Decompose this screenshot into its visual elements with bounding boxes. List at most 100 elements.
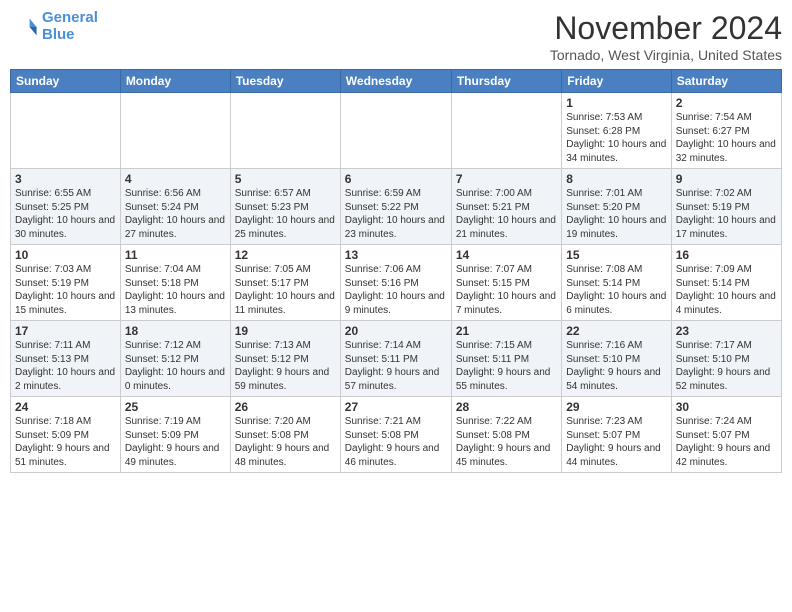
calendar-cell: 10Sunrise: 7:03 AM Sunset: 5:19 PM Dayli… — [11, 245, 121, 321]
day-info: Sunrise: 7:22 AM Sunset: 5:08 PM Dayligh… — [456, 415, 557, 469]
calendar-cell: 30Sunrise: 7:24 AM Sunset: 5:07 PM Dayli… — [671, 397, 781, 473]
calendar-cell — [451, 93, 561, 169]
calendar-cell: 28Sunrise: 7:22 AM Sunset: 5:08 PM Dayli… — [451, 397, 561, 473]
calendar-week-5: 24Sunrise: 7:18 AM Sunset: 5:09 PM Dayli… — [11, 397, 782, 473]
calendar-cell: 3Sunrise: 6:55 AM Sunset: 5:25 PM Daylig… — [11, 169, 121, 245]
day-number: 28 — [456, 400, 557, 414]
calendar-cell: 19Sunrise: 7:13 AM Sunset: 5:12 PM Dayli… — [230, 321, 340, 397]
calendar-table: SundayMondayTuesdayWednesdayThursdayFrid… — [10, 69, 782, 473]
calendar-cell: 11Sunrise: 7:04 AM Sunset: 5:18 PM Dayli… — [120, 245, 230, 321]
day-info: Sunrise: 7:54 AM Sunset: 6:27 PM Dayligh… — [676, 111, 777, 165]
logo-line2: Blue — [42, 26, 75, 43]
day-number: 12 — [235, 248, 336, 262]
calendar-header-row: SundayMondayTuesdayWednesdayThursdayFrid… — [11, 70, 782, 93]
calendar-cell — [120, 93, 230, 169]
day-number: 19 — [235, 324, 336, 338]
day-number: 3 — [15, 172, 116, 186]
day-number: 14 — [456, 248, 557, 262]
day-info: Sunrise: 7:11 AM Sunset: 5:13 PM Dayligh… — [15, 339, 116, 393]
calendar-cell: 8Sunrise: 7:01 AM Sunset: 5:20 PM Daylig… — [562, 169, 671, 245]
day-info: Sunrise: 7:09 AM Sunset: 5:14 PM Dayligh… — [676, 263, 777, 317]
calendar-header-saturday: Saturday — [671, 70, 781, 93]
day-number: 6 — [345, 172, 447, 186]
logo-icon — [10, 13, 38, 41]
day-info: Sunrise: 7:06 AM Sunset: 5:16 PM Dayligh… — [345, 263, 447, 317]
day-info: Sunrise: 7:02 AM Sunset: 5:19 PM Dayligh… — [676, 187, 777, 241]
calendar-cell: 29Sunrise: 7:23 AM Sunset: 5:07 PM Dayli… — [562, 397, 671, 473]
day-number: 10 — [15, 248, 116, 262]
calendar-header-monday: Monday — [120, 70, 230, 93]
day-info: Sunrise: 7:53 AM Sunset: 6:28 PM Dayligh… — [566, 111, 666, 165]
day-number: 21 — [456, 324, 557, 338]
day-info: Sunrise: 7:00 AM Sunset: 5:21 PM Dayligh… — [456, 187, 557, 241]
logo: General Blue — [10, 10, 98, 43]
day-info: Sunrise: 7:01 AM Sunset: 5:20 PM Dayligh… — [566, 187, 666, 241]
calendar-cell: 20Sunrise: 7:14 AM Sunset: 5:11 PM Dayli… — [340, 321, 451, 397]
day-number: 30 — [676, 400, 777, 414]
month-title: November 2024 — [550, 10, 782, 47]
calendar-cell: 14Sunrise: 7:07 AM Sunset: 5:15 PM Dayli… — [451, 245, 561, 321]
day-info: Sunrise: 6:57 AM Sunset: 5:23 PM Dayligh… — [235, 187, 336, 241]
page-header: General Blue November 2024 Tornado, West… — [10, 10, 782, 63]
day-number: 5 — [235, 172, 336, 186]
day-info: Sunrise: 6:56 AM Sunset: 5:24 PM Dayligh… — [125, 187, 226, 241]
calendar-cell: 4Sunrise: 6:56 AM Sunset: 5:24 PM Daylig… — [120, 169, 230, 245]
calendar-cell: 9Sunrise: 7:02 AM Sunset: 5:19 PM Daylig… — [671, 169, 781, 245]
day-number: 17 — [15, 324, 116, 338]
day-number: 20 — [345, 324, 447, 338]
day-number: 29 — [566, 400, 666, 414]
calendar-cell: 22Sunrise: 7:16 AM Sunset: 5:10 PM Dayli… — [562, 321, 671, 397]
title-block: November 2024 Tornado, West Virginia, Un… — [550, 10, 782, 63]
day-number: 13 — [345, 248, 447, 262]
calendar-cell: 5Sunrise: 6:57 AM Sunset: 5:23 PM Daylig… — [230, 169, 340, 245]
day-info: Sunrise: 7:19 AM Sunset: 5:09 PM Dayligh… — [125, 415, 226, 469]
calendar-cell — [230, 93, 340, 169]
day-info: Sunrise: 6:59 AM Sunset: 5:22 PM Dayligh… — [345, 187, 447, 241]
day-info: Sunrise: 7:14 AM Sunset: 5:11 PM Dayligh… — [345, 339, 447, 393]
day-info: Sunrise: 7:13 AM Sunset: 5:12 PM Dayligh… — [235, 339, 336, 393]
calendar-cell: 1Sunrise: 7:53 AM Sunset: 6:28 PM Daylig… — [562, 93, 671, 169]
day-number: 18 — [125, 324, 226, 338]
day-number: 15 — [566, 248, 666, 262]
logo-line1: General — [42, 9, 98, 26]
calendar-cell: 21Sunrise: 7:15 AM Sunset: 5:11 PM Dayli… — [451, 321, 561, 397]
calendar-body: 1Sunrise: 7:53 AM Sunset: 6:28 PM Daylig… — [11, 93, 782, 473]
calendar-cell: 6Sunrise: 6:59 AM Sunset: 5:22 PM Daylig… — [340, 169, 451, 245]
calendar-cell — [11, 93, 121, 169]
day-number: 11 — [125, 248, 226, 262]
day-info: Sunrise: 7:20 AM Sunset: 5:08 PM Dayligh… — [235, 415, 336, 469]
calendar-cell: 23Sunrise: 7:17 AM Sunset: 5:10 PM Dayli… — [671, 321, 781, 397]
day-info: Sunrise: 7:18 AM Sunset: 5:09 PM Dayligh… — [15, 415, 116, 469]
day-number: 4 — [125, 172, 226, 186]
calendar-cell: 16Sunrise: 7:09 AM Sunset: 5:14 PM Dayli… — [671, 245, 781, 321]
day-number: 1 — [566, 96, 666, 110]
day-number: 22 — [566, 324, 666, 338]
day-info: Sunrise: 7:07 AM Sunset: 5:15 PM Dayligh… — [456, 263, 557, 317]
calendar-cell: 25Sunrise: 7:19 AM Sunset: 5:09 PM Dayli… — [120, 397, 230, 473]
day-info: Sunrise: 7:21 AM Sunset: 5:08 PM Dayligh… — [345, 415, 447, 469]
calendar-cell: 18Sunrise: 7:12 AM Sunset: 5:12 PM Dayli… — [120, 321, 230, 397]
day-number: 8 — [566, 172, 666, 186]
calendar-week-1: 1Sunrise: 7:53 AM Sunset: 6:28 PM Daylig… — [11, 93, 782, 169]
day-number: 23 — [676, 324, 777, 338]
day-info: Sunrise: 7:03 AM Sunset: 5:19 PM Dayligh… — [15, 263, 116, 317]
calendar-week-4: 17Sunrise: 7:11 AM Sunset: 5:13 PM Dayli… — [11, 321, 782, 397]
day-number: 16 — [676, 248, 777, 262]
calendar-cell: 27Sunrise: 7:21 AM Sunset: 5:08 PM Dayli… — [340, 397, 451, 473]
calendar-cell: 15Sunrise: 7:08 AM Sunset: 5:14 PM Dayli… — [562, 245, 671, 321]
day-number: 25 — [125, 400, 226, 414]
calendar-header-wednesday: Wednesday — [340, 70, 451, 93]
calendar-header-tuesday: Tuesday — [230, 70, 340, 93]
calendar-cell: 24Sunrise: 7:18 AM Sunset: 5:09 PM Dayli… — [11, 397, 121, 473]
day-info: Sunrise: 6:55 AM Sunset: 5:25 PM Dayligh… — [15, 187, 116, 241]
logo-text: General Blue — [42, 10, 98, 43]
day-number: 9 — [676, 172, 777, 186]
day-info: Sunrise: 7:23 AM Sunset: 5:07 PM Dayligh… — [566, 415, 666, 469]
day-info: Sunrise: 7:15 AM Sunset: 5:11 PM Dayligh… — [456, 339, 557, 393]
day-info: Sunrise: 7:16 AM Sunset: 5:10 PM Dayligh… — [566, 339, 666, 393]
calendar-header-sunday: Sunday — [11, 70, 121, 93]
calendar-week-3: 10Sunrise: 7:03 AM Sunset: 5:19 PM Dayli… — [11, 245, 782, 321]
calendar-cell — [340, 93, 451, 169]
day-number: 2 — [676, 96, 777, 110]
day-info: Sunrise: 7:04 AM Sunset: 5:18 PM Dayligh… — [125, 263, 226, 317]
